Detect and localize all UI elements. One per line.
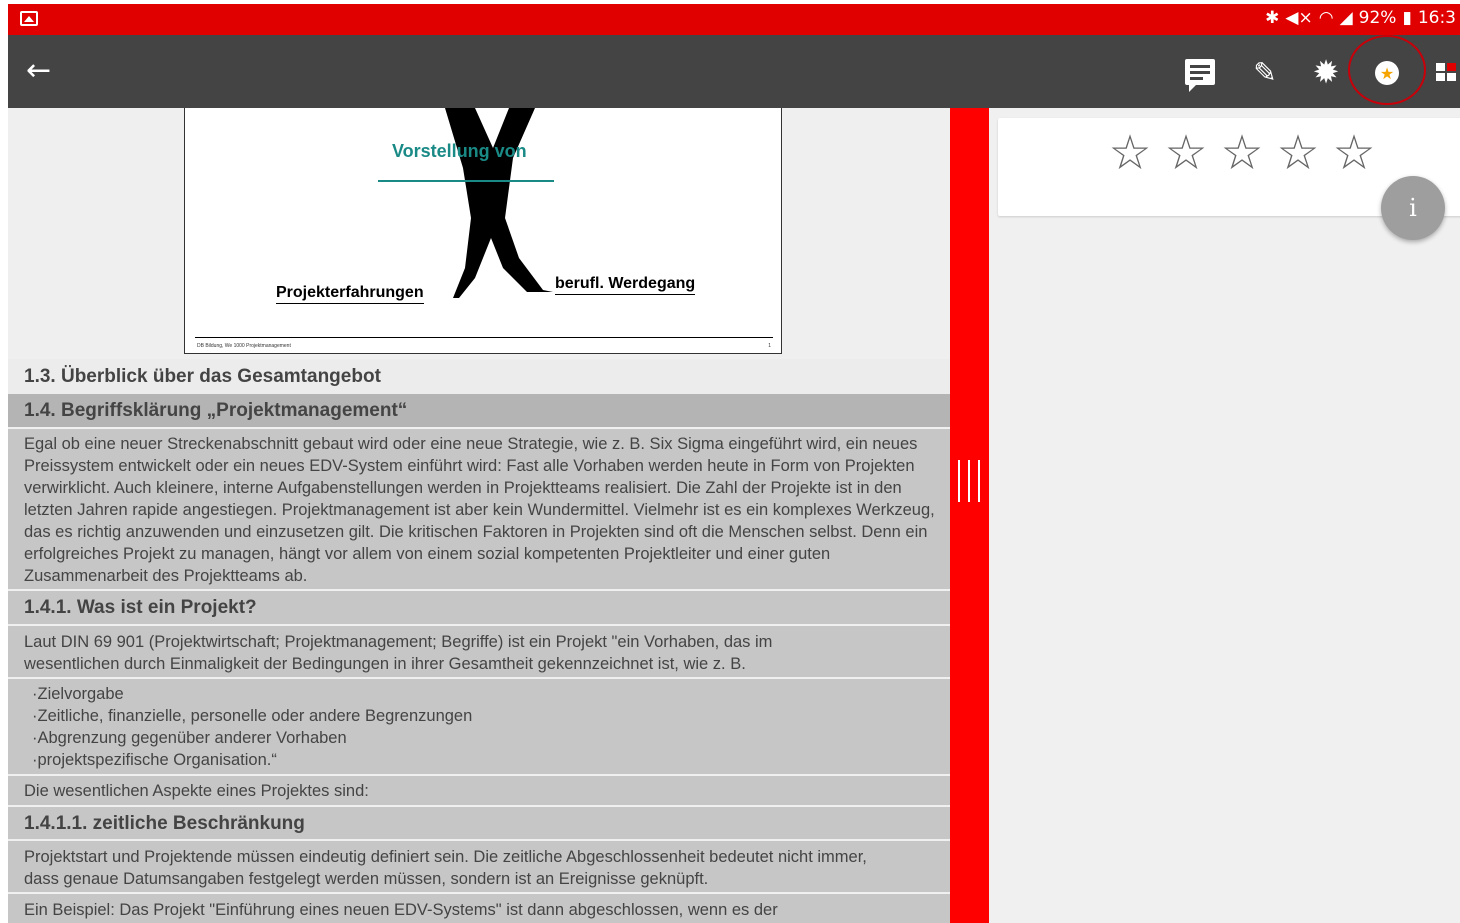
gear-icon[interactable]: ✹ [1309, 53, 1343, 91]
embedded-slide: Vorstellung von Projekterfahrungen beruf… [184, 108, 782, 354]
star-5-icon[interactable]: ☆ [1326, 129, 1382, 177]
heading-1-3[interactable]: 1.3. Überblick über das Gesamtangebot [8, 359, 950, 394]
paragraph-2[interactable]: Laut DIN 69 901 (Projektwirtschaft; Proj… [8, 625, 950, 677]
gallery-icon [20, 11, 38, 26]
definition-list[interactable]: ·Zielvorgabe ·Zeitliche, finanzielle, pe… [8, 678, 950, 774]
favorite-star-button[interactable]: ★ [1348, 35, 1426, 105]
rating-pane: ☆ ☆ ☆ ☆ ☆ i [989, 108, 1460, 923]
star-2-icon[interactable]: ☆ [1158, 129, 1214, 177]
paragraph-3[interactable]: Die wesentlichen Aspekte eines Projektes… [8, 775, 950, 805]
grid-icon[interactable] [1436, 63, 1456, 81]
comment-icon[interactable] [1183, 55, 1217, 92]
paragraph-1[interactable]: Egal ob eine neuer Streckenabschnitt geb… [8, 428, 950, 589]
slide-label-right: berufl. Werdegang [555, 275, 696, 295]
grip-line [968, 460, 970, 502]
document-view[interactable]: Vorstellung von Projekterfahrungen beruf… [8, 108, 950, 923]
battery-percent: 92% [1358, 8, 1397, 28]
slide-label-left: Projekterfahrungen [276, 284, 424, 304]
wifi-icon: ◠ [1318, 8, 1334, 28]
heading-1-4-1[interactable]: 1.4.1. Was ist ein Projekt? [8, 590, 950, 624]
status-bar: ✱ ◀× ◠ ◢ 92% ▮ 16:3 [8, 4, 1460, 35]
back-arrow-icon[interactable]: ← [26, 56, 51, 86]
app-toolbar: ← ✎ ✹ ★ [8, 35, 1460, 108]
heading-1-4-1-1[interactable]: 1.4.1.1. zeitliche Beschränkung [8, 806, 950, 839]
status-icons: ✱ ◀× ◠ ◢ 92% ▮ 16:3 [1265, 8, 1456, 28]
grip-line [978, 460, 980, 502]
list-item: ·Zeitliche, finanzielle, personelle oder… [32, 707, 473, 725]
paragraph-5[interactable]: Ein Beispiel: Das Projekt "Einführung ei… [8, 893, 950, 923]
list-item: ·projektspezifische Organisation.“ [32, 751, 277, 769]
paragraph-4[interactable]: Projektstart und Projektende müssen eind… [8, 840, 950, 892]
slide-title-underline [378, 180, 554, 182]
info-button[interactable]: i [1381, 176, 1445, 240]
slide-footer-line [195, 337, 773, 338]
mute-icon: ◀× [1285, 8, 1313, 28]
list-item: ·Zielvorgabe [32, 685, 124, 703]
star-4-icon[interactable]: ☆ [1270, 129, 1326, 177]
grip-line [958, 460, 960, 502]
star-rating[interactable]: ☆ ☆ ☆ ☆ ☆ [1102, 129, 1382, 177]
star-1-icon[interactable]: ☆ [1102, 129, 1158, 177]
star-icon: ★ [1375, 61, 1399, 85]
split-divider-handle[interactable] [950, 108, 989, 923]
slide-title: Vorstellung von [392, 141, 527, 161]
slide-page-number: 1 [768, 343, 771, 349]
mindmap-shape [445, 108, 553, 298]
bluetooth-icon: ✱ [1265, 8, 1280, 28]
slide-footer: DB Bildung, We 1000 Projektmanagement [197, 343, 291, 349]
heading-1-4[interactable]: 1.4. Begriffsklärung „Projektmanagement“ [8, 394, 950, 427]
clock: 16:3 [1417, 8, 1456, 28]
signal-icon: ◢ [1339, 8, 1353, 28]
list-item: ·Abgrenzung gegenüber anderer Vorhaben [32, 729, 347, 747]
star-3-icon[interactable]: ☆ [1214, 129, 1270, 177]
battery-icon: ▮ [1402, 8, 1412, 28]
pencil-icon[interactable]: ✎ [1248, 55, 1282, 89]
